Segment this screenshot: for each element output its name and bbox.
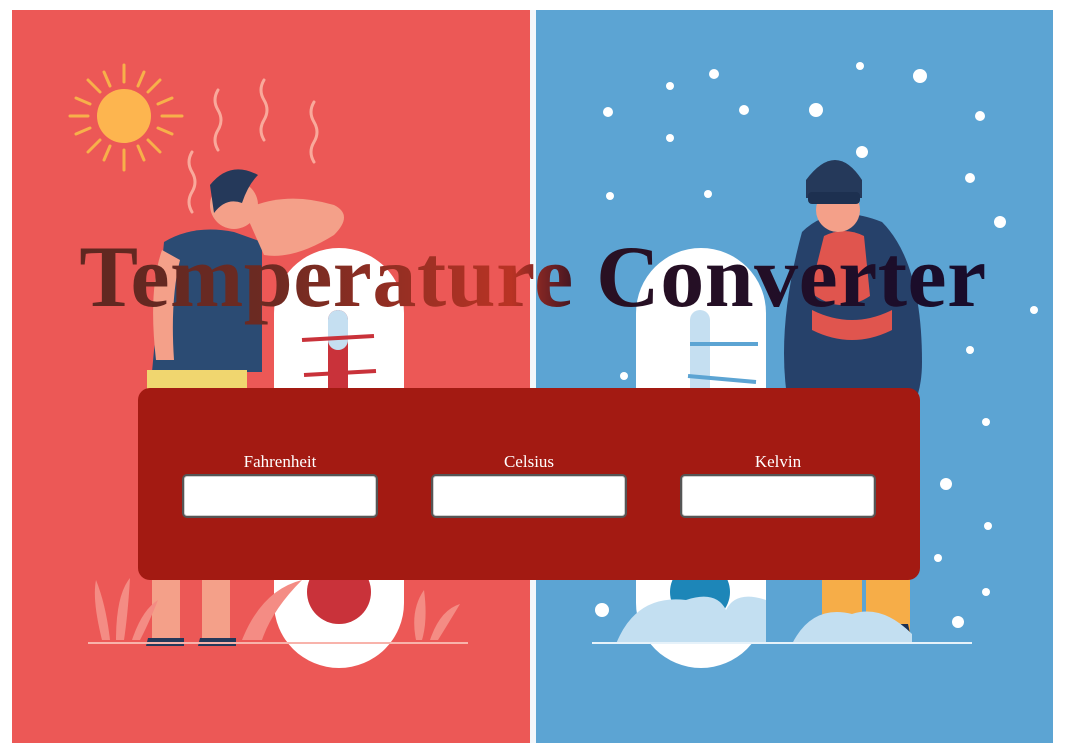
kelvin-field: Kelvin <box>680 452 876 518</box>
celsius-label: Celsius <box>503 452 555 471</box>
sun-icon <box>68 63 184 172</box>
converter-panel: Fahrenheit Celsius Kelvin <box>138 388 920 580</box>
background-illustration <box>12 10 1053 743</box>
kelvin-label: Kelvin <box>754 452 802 471</box>
fahrenheit-label: Fahrenheit <box>243 452 317 471</box>
celsius-field: Celsius <box>431 452 627 518</box>
illustration-art <box>68 62 1038 668</box>
kelvin-input[interactable] <box>680 474 876 518</box>
fahrenheit-input[interactable] <box>182 474 378 518</box>
fahrenheit-field: Fahrenheit <box>182 452 378 518</box>
page-title: Temperature Converter <box>0 228 1066 328</box>
celsius-input[interactable] <box>431 474 627 518</box>
